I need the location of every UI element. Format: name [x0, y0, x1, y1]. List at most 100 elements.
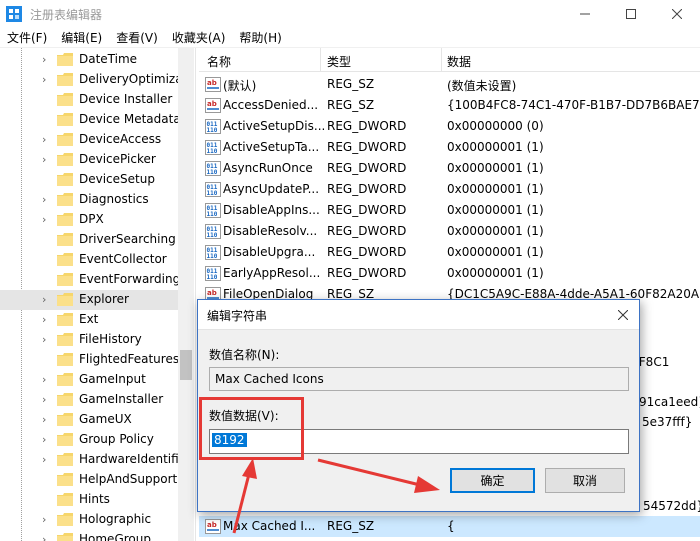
- tree-item[interactable]: › HomeGroup: [0, 530, 178, 541]
- menu-bar: 文件(F) 编辑(E) 查看(V) 收藏夹(A) 帮助(H): [0, 28, 700, 48]
- folder-icon: [57, 213, 73, 226]
- menu-view[interactable]: 查看(V): [109, 29, 165, 46]
- column-type-header[interactable]: 类型: [327, 53, 351, 70]
- reg-dword-icon: 011110: [205, 266, 221, 281]
- chevron-right-icon[interactable]: ›: [42, 313, 52, 327]
- svg-text:ab: ab: [207, 79, 217, 87]
- value-name: DisableAppIns...: [223, 203, 320, 217]
- list-row[interactable]: 011 110 DisableResolv... REG_DWORD 0x0000000…: [199, 221, 700, 242]
- tree-item[interactable]: EventCollector: [0, 250, 178, 270]
- minimize-button[interactable]: [562, 0, 608, 28]
- tree-item-label: GameInstaller: [79, 392, 164, 406]
- chevron-right-icon[interactable]: ›: [42, 413, 52, 427]
- chevron-right-icon[interactable]: ›: [42, 373, 52, 387]
- folder-icon: [57, 93, 73, 106]
- chevron-right-icon[interactable]: ›: [42, 533, 52, 541]
- chevron-right-icon[interactable]: ›: [42, 433, 52, 447]
- tree-item[interactable]: HelpAndSupport: [0, 470, 178, 490]
- folder-icon: [57, 113, 73, 126]
- tree-item[interactable]: EventForwarding: [0, 270, 181, 290]
- folder-icon: [57, 473, 73, 486]
- list-row-max-cached-icons[interactable]: ab Max Cached I... REG_SZ {: [199, 516, 700, 537]
- tree-item[interactable]: DeviceSetup: [0, 170, 178, 190]
- tree-item[interactable]: › GameUX: [0, 410, 178, 430]
- value-type: REG_SZ: [327, 519, 375, 533]
- tree-item[interactable]: Device Metadata: [0, 110, 181, 130]
- tree-item[interactable]: › GameInput: [0, 370, 178, 390]
- tree-item[interactable]: › GameInstaller: [0, 390, 178, 410]
- tree-item[interactable]: Hints: [0, 490, 178, 510]
- tree-item[interactable]: DriverSearching: [0, 230, 178, 250]
- chevron-right-icon[interactable]: ›: [42, 53, 52, 67]
- tree-item-label: Ext: [79, 312, 99, 326]
- tree-item[interactable]: Device Installer: [0, 90, 178, 110]
- title-bar: 注册表编辑器: [0, 0, 700, 28]
- svg-text:110: 110: [207, 253, 218, 260]
- tree-item-label: HardwareIdentifi: [79, 452, 179, 466]
- chevron-right-icon[interactable]: ›: [42, 393, 52, 407]
- list-row[interactable]: 011 110 AsyncRunOnce REG_DWORD 0x00000001 (1…: [199, 158, 700, 179]
- reg-dword-icon: 011110: [205, 119, 221, 134]
- svg-text:ab: ab: [207, 289, 217, 297]
- tree-item-label: Device Metadata: [79, 112, 181, 126]
- chevron-right-icon[interactable]: ›: [42, 193, 52, 207]
- list-row[interactable]: 011 110 EarlyAppResol... REG_DWORD 0x0000000…: [199, 263, 700, 284]
- chevron-right-icon[interactable]: ›: [42, 513, 52, 527]
- list-row[interactable]: 011 110 AsyncUpdateP... REG_DWORD 0x00000001…: [199, 179, 700, 200]
- menu-favorites[interactable]: 收藏夹(A): [165, 29, 233, 46]
- value-data: (数值未设置): [447, 79, 517, 93]
- tree-item[interactable]: › DevicePicker: [0, 150, 178, 170]
- column-name-header[interactable]: 名称: [207, 53, 231, 70]
- close-button[interactable]: [654, 0, 700, 28]
- tree-item[interactable]: › FileHistory: [0, 330, 178, 350]
- tree-item[interactable]: › DateTime: [0, 50, 178, 70]
- tree-item-label: EventForwarding: [79, 272, 181, 286]
- tree-item[interactable]: › Holographic: [0, 510, 178, 530]
- value-type: REG_DWORD: [327, 161, 407, 175]
- tree-item[interactable]: › DPX: [0, 210, 178, 230]
- tree-item[interactable]: › Ext: [0, 310, 178, 330]
- tree-scrollbar[interactable]: [178, 48, 194, 541]
- maximize-icon: [626, 9, 636, 19]
- tree-item[interactable]: › Diagnostics: [0, 190, 178, 210]
- ok-button[interactable]: 确定: [450, 468, 535, 493]
- chevron-right-icon[interactable]: ›: [42, 453, 52, 467]
- chevron-right-icon[interactable]: ›: [42, 213, 52, 227]
- svg-text:110: 110: [207, 232, 218, 239]
- column-data-header[interactable]: 数据: [447, 53, 471, 70]
- chevron-right-icon[interactable]: ›: [42, 133, 52, 147]
- cancel-button[interactable]: 取消: [545, 468, 625, 493]
- tree-item-label: FileHistory: [79, 332, 142, 346]
- value-name: AsyncUpdateP...: [223, 182, 320, 196]
- maximize-button[interactable]: [608, 0, 654, 28]
- folder-icon: [57, 73, 73, 86]
- chevron-right-icon[interactable]: ›: [42, 73, 52, 87]
- tree-item[interactable]: › DeviceAccess: [0, 130, 178, 150]
- list-row[interactable]: 011 110 DisableAppIns... REG_DWORD 0x0000000…: [199, 200, 700, 221]
- menu-file[interactable]: 文件(F): [0, 29, 54, 46]
- tree-item[interactable]: › DeliveryOptimiza: [0, 70, 183, 90]
- list-row[interactable]: ab (默认) REG_SZ (数值未设置): [199, 74, 700, 95]
- value-name: AsyncRunOnce: [223, 161, 313, 175]
- menu-edit[interactable]: 编辑(E): [54, 29, 109, 46]
- tree-item[interactable]: FlightedFeatures: [0, 350, 179, 370]
- list-row[interactable]: ab AccessDenied... REG_SZ {100B4FC8-74C1-47…: [199, 95, 700, 116]
- tree-item[interactable]: › HardwareIdentifi: [0, 450, 179, 470]
- column-separator[interactable]: [441, 48, 442, 72]
- value-data: 0x00000001 (1): [447, 245, 544, 259]
- tree-item[interactable]: › Group Policy: [0, 430, 178, 450]
- list-row[interactable]: 011 110 ActiveSetupDis... REG_DWORD 0x000000…: [199, 116, 700, 137]
- tree-item[interactable]: › Explorer: [0, 290, 178, 310]
- menu-help[interactable]: 帮助(H): [232, 29, 288, 46]
- list-row[interactable]: 011 110 ActiveSetupTa... REG_DWORD 0x0000000…: [199, 137, 700, 158]
- close-icon: [618, 310, 628, 320]
- chevron-right-icon[interactable]: ›: [42, 333, 52, 347]
- chevron-right-icon[interactable]: ›: [42, 153, 52, 167]
- list-row[interactable]: 011 110 DisableUpgra... REG_DWORD 0x00000001…: [199, 242, 700, 263]
- column-separator[interactable]: [320, 48, 321, 72]
- dialog-close-button[interactable]: [613, 305, 633, 325]
- tree-scrollbar-thumb[interactable]: [180, 350, 192, 380]
- value-name: EarlyAppResol...: [223, 266, 321, 280]
- tree-item-label: Group Policy: [79, 432, 154, 446]
- chevron-right-icon[interactable]: ›: [42, 293, 52, 307]
